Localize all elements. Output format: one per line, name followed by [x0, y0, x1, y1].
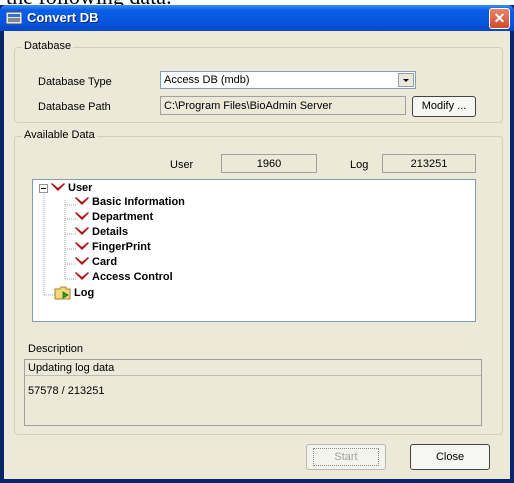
available-data-legend: Available Data — [22, 129, 97, 141]
checkmark-icon[interactable] — [75, 227, 89, 237]
modify-button[interactable]: Modify ... — [412, 96, 476, 117]
database-type-select[interactable]: Access DB (mdb) — [160, 71, 416, 89]
checkmark-icon[interactable] — [51, 183, 65, 193]
dropdown-arrow-icon[interactable] — [398, 73, 414, 87]
database-type-value: Access DB (mdb) — [164, 74, 250, 86]
start-button[interactable]: Start — [306, 444, 386, 470]
status-line: Updating log data — [28, 362, 115, 374]
database-type-label: Database Type — [38, 76, 112, 88]
app-icon — [6, 11, 22, 25]
tree-node-department[interactable]: Department — [92, 211, 153, 223]
user-count-label: User — [170, 159, 194, 171]
checkmark-icon[interactable] — [75, 257, 89, 267]
log-count-label: Log — [350, 159, 369, 171]
database-path-field: C:\Program Files\BioAdmin Server — [160, 96, 406, 115]
checkmark-icon[interactable] — [75, 197, 89, 207]
collapse-icon[interactable] — [39, 184, 48, 193]
dialog-body: Database Database Type Access DB (mdb) D… — [4, 31, 510, 479]
tree-node-basic-information[interactable]: Basic Information — [92, 196, 185, 208]
close-icon[interactable]: ✕ — [489, 8, 510, 29]
data-tree[interactable]: User Basic Information Department Detail… — [32, 179, 476, 322]
description-box: Updating log data 57578 / 213251 — [24, 359, 482, 426]
log-count-field: 213251 — [382, 154, 476, 173]
database-path-value: C:\Program Files\BioAdmin Server — [164, 100, 333, 112]
tree-node-log[interactable]: Log — [74, 287, 94, 299]
checkmark-icon[interactable] — [75, 242, 89, 252]
log-count-value: 213251 — [410, 158, 448, 170]
tree-node-fingerprint[interactable]: FingerPrint — [92, 241, 151, 253]
tree-node-user[interactable]: User — [68, 182, 92, 194]
convert-db-window: Convert DB ✕ Database Database Type Acce… — [0, 5, 514, 483]
checkmark-icon[interactable] — [75, 212, 89, 222]
tree-node-access-control[interactable]: Access Control — [92, 271, 173, 283]
database-legend: Database — [22, 40, 74, 52]
user-count-field: 1960 — [221, 154, 317, 173]
tree-node-details[interactable]: Details — [92, 226, 128, 238]
title-bar[interactable]: Convert DB ✕ — [0, 5, 514, 31]
start-button-label: Start — [313, 448, 379, 466]
window-title: Convert DB — [27, 10, 99, 25]
tree-node-card[interactable]: Card — [92, 256, 117, 268]
close-button[interactable]: Close — [410, 444, 490, 470]
checkmark-icon[interactable] — [75, 272, 89, 282]
database-path-label: Database Path — [38, 101, 111, 113]
progress-text: 57578 / 213251 — [28, 385, 105, 397]
user-count-value: 1960 — [256, 158, 282, 170]
log-folder-icon — [54, 286, 71, 300]
description-label: Description — [28, 343, 84, 355]
